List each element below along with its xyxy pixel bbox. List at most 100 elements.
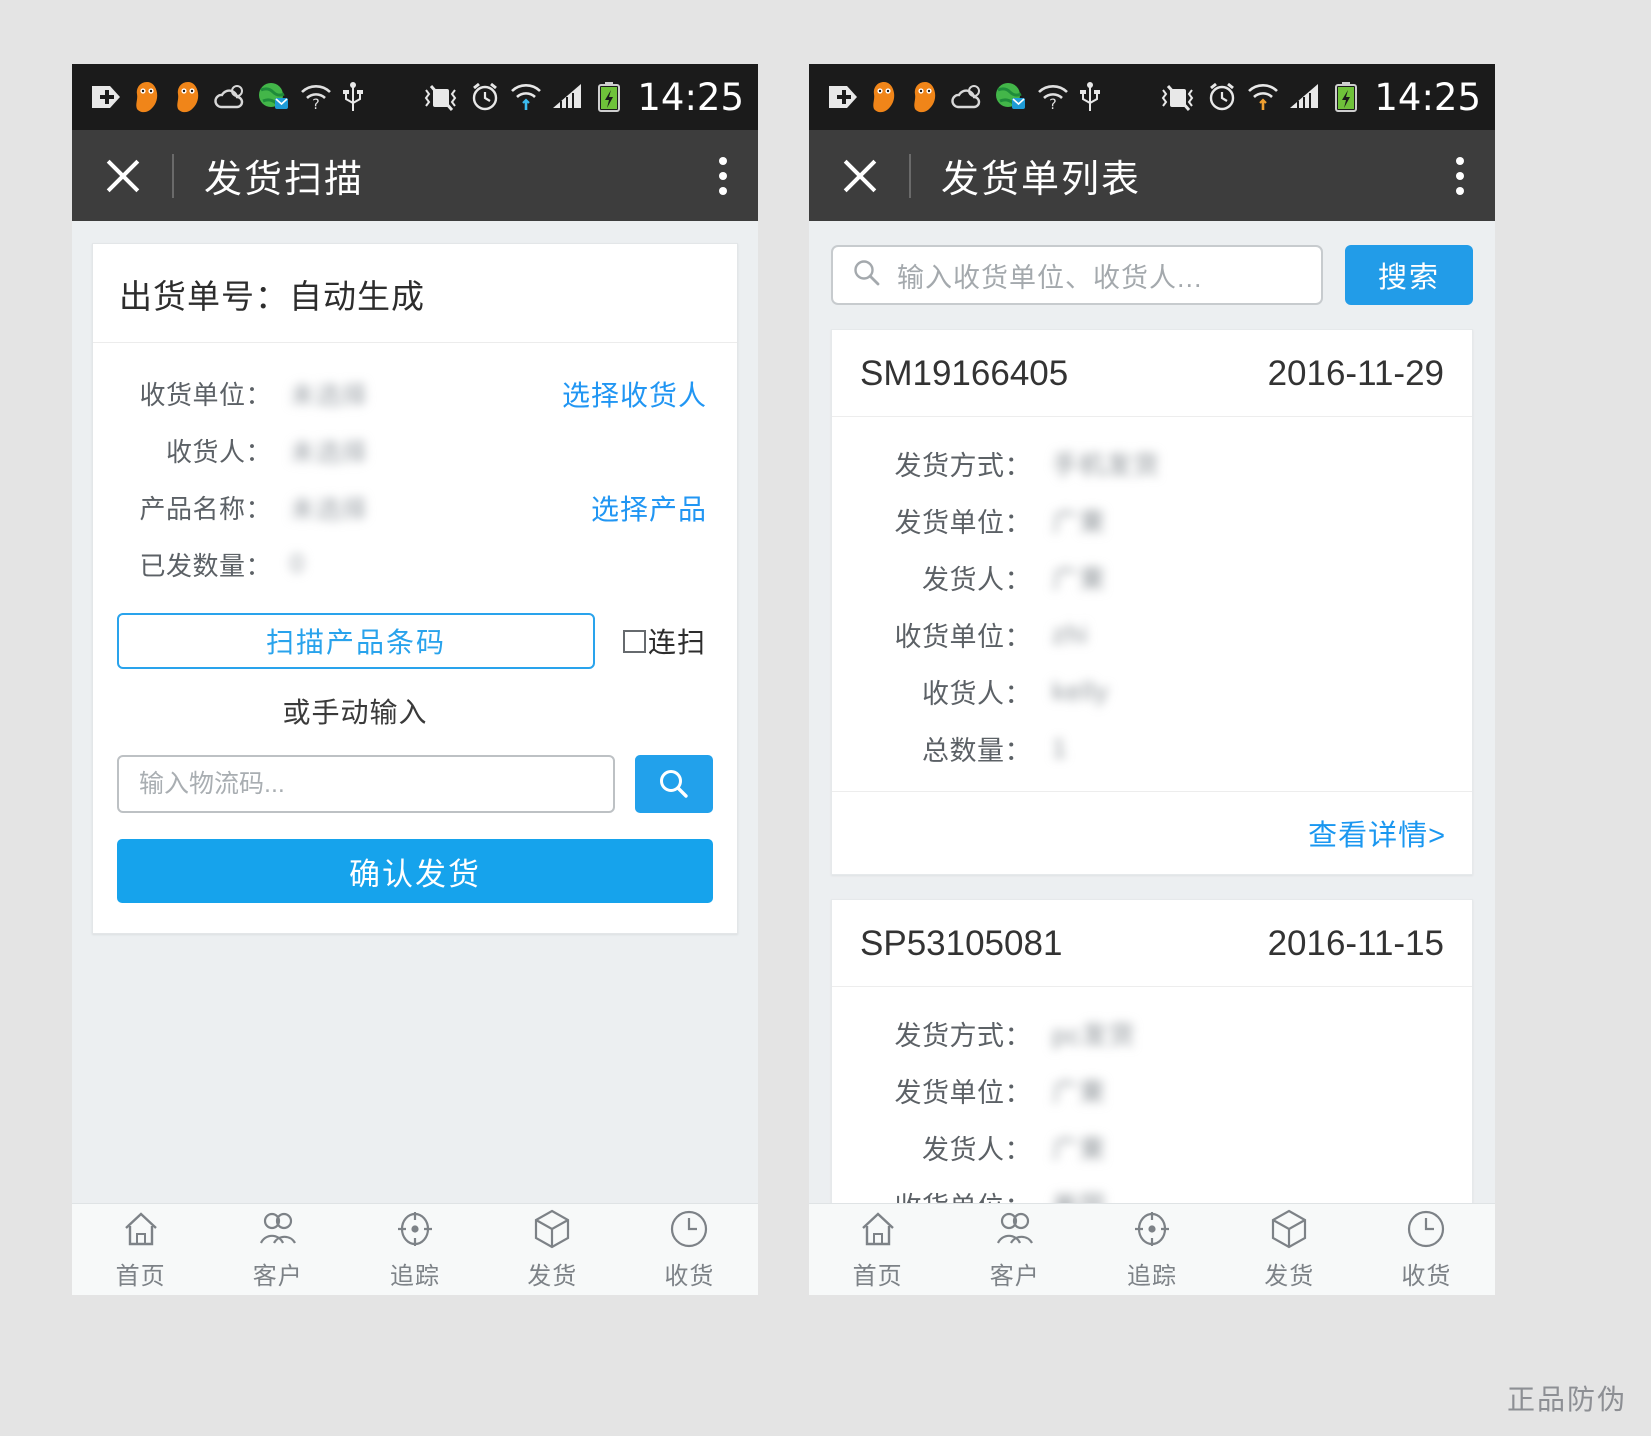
app-bar-left: 发货扫描 [72, 130, 758, 221]
field-value: 未选择 [290, 495, 369, 524]
order-field-value: 手机发货 [1052, 450, 1161, 480]
order-date: 2016-11-15 [1267, 924, 1444, 963]
bottom-tab-bar-right: 首页 客户 追踪 发货 收货 [809, 1203, 1495, 1295]
shipping-order-list[interactable]: SM19166405 2016-11-29 发货方式： 手机发货 发货单位： 广… [809, 329, 1495, 1295]
phone-screen-shipping-list: ? 14:25 发货单列表 输入收货单位、收货人... 搜索 SM1916640… [809, 64, 1495, 1295]
order-row-total-quantity: 总数量： 1 [832, 720, 1472, 777]
order-field-label: 发货人： [922, 1135, 1032, 1165]
tab-label: 客户 [252, 1263, 303, 1290]
order-field-label: 总数量： [922, 736, 1032, 766]
tab-customers[interactable]: 客户 [209, 1204, 346, 1295]
target-icon [394, 1208, 436, 1250]
weather-cloud-icon [950, 79, 984, 115]
wifi-question-icon: ? [299, 79, 333, 115]
view-detail-link[interactable]: 查看详情> [1308, 820, 1446, 852]
tab-shipping[interactable]: 发货 [1221, 1204, 1358, 1295]
search-input[interactable]: 输入收货单位、收货人... [831, 245, 1323, 305]
search-icon[interactable] [635, 755, 713, 813]
field-row-receiver: 收货人： 未选择 [117, 422, 713, 479]
field-label: 收货单位： [139, 380, 272, 410]
users-icon [256, 1208, 300, 1250]
field-value: 未选择 [290, 438, 369, 467]
field-row-shipped-quantity: 已发数量： 0 [117, 536, 713, 593]
globe-mail-icon [993, 79, 1027, 115]
target-icon [1131, 1208, 1173, 1250]
alarm-icon [469, 79, 501, 115]
manual-input-hint: 或手动输入 [282, 697, 428, 728]
tab-label: 收货 [664, 1263, 715, 1290]
overflow-menu-icon[interactable] [1455, 156, 1465, 195]
shipping-form-card: 出货单号：自动生成 收货单位： 未选择 选择收货人 收货人： 未选择 产品名称：… [92, 243, 738, 934]
shipping-order-number: 出货单号：自动生成 [93, 244, 737, 343]
globe-mail-icon [256, 79, 290, 115]
uc-browser-icon [131, 79, 163, 115]
box-icon [1269, 1208, 1309, 1250]
continuous-scan-label: 连扫 [648, 627, 707, 658]
battery-charging-icon [1333, 79, 1359, 115]
confirm-shipping-button[interactable]: 确认发货 [117, 839, 713, 903]
field-label: 产品名称： [139, 494, 272, 524]
order-header: SP53105081 2016-11-15 [832, 900, 1472, 987]
app-bar-divider [909, 153, 911, 198]
home-icon [120, 1208, 162, 1250]
wifi-signal-icon [1247, 79, 1279, 115]
tab-label: 发货 [1264, 1263, 1315, 1290]
status-bar: ? 14:25 [72, 64, 758, 130]
tab-label: 收货 [1401, 1263, 1452, 1290]
tab-label: 客户 [989, 1263, 1040, 1290]
tab-shipping[interactable]: 发货 [484, 1204, 621, 1295]
select-receiver-link[interactable]: 选择收货人 [562, 374, 713, 414]
clock-icon [668, 1208, 710, 1250]
tab-tracking[interactable]: 追踪 [346, 1204, 483, 1295]
checkbox-box[interactable] [623, 629, 646, 653]
order-date: 2016-11-29 [1267, 354, 1444, 393]
wifi-signal-icon [510, 79, 542, 115]
usb-icon [342, 79, 364, 115]
tab-tracking[interactable]: 追踪 [1083, 1204, 1220, 1295]
list-item[interactable]: SP53105081 2016-11-15 发货方式： pc发货 发货单位： 广… [831, 899, 1473, 1248]
logistics-code-input[interactable] [117, 755, 615, 813]
box-icon [532, 1208, 572, 1250]
search-placeholder: 输入收货单位、收货人... [897, 262, 1203, 293]
watermark: 正品防伪 [1506, 1384, 1627, 1415]
search-icon [851, 257, 883, 294]
shipping-list-screen: 输入收货单位、收货人... 搜索 SM19166405 2016-11-29 发… [809, 221, 1495, 1295]
close-icon[interactable] [837, 153, 883, 199]
weather-cloud-icon [213, 79, 247, 115]
close-icon[interactable] [100, 153, 146, 199]
field-row-product-name: 产品名称： 未选择 选择产品 [117, 479, 713, 536]
search-button[interactable]: 搜索 [1345, 245, 1473, 305]
tab-label: 首页 [115, 1263, 166, 1290]
scan-product-barcode-button[interactable]: 扫描产品条码 [117, 613, 595, 669]
vibrate-off-icon [1159, 79, 1197, 115]
alarm-icon [1206, 79, 1238, 115]
order-field-value: pc发货 [1052, 1020, 1136, 1050]
continuous-scan-checkbox[interactable]: 连扫 [623, 621, 713, 661]
order-row-shipper: 发货人： 广東 [832, 549, 1472, 606]
order-row-shipping-unit: 发货单位： 广東 [832, 492, 1472, 549]
scan-row: 扫描产品条码 连扫 [117, 613, 713, 669]
users-icon [993, 1208, 1037, 1250]
tab-receiving[interactable]: 收货 [621, 1204, 758, 1295]
overflow-menu-icon[interactable] [718, 156, 728, 195]
tab-home[interactable]: 首页 [72, 1204, 209, 1295]
order-row-shipping-unit: 发货单位： 广東 [832, 1062, 1472, 1119]
order-field-value: 广東 [1052, 507, 1107, 537]
clock-icon [1405, 1208, 1447, 1250]
order-field-value: 广東 [1052, 1134, 1107, 1164]
usb-icon [1079, 79, 1101, 115]
shipping-scan-screen: 出货单号：自动生成 收货单位： 未选择 选择收货人 收货人： 未选择 产品名称：… [72, 221, 758, 1295]
tab-customers[interactable]: 客户 [946, 1204, 1083, 1295]
status-bar: ? 14:25 [809, 64, 1495, 130]
select-product-link[interactable]: 选择产品 [591, 488, 713, 528]
tab-receiving[interactable]: 收货 [1358, 1204, 1495, 1295]
svg-text:?: ? [1049, 97, 1056, 111]
search-bar: 输入收货单位、收货人... 搜索 [809, 221, 1495, 329]
order-row-receiver: 收货人： kelly [832, 663, 1472, 720]
shipping-form-fields: 收货单位： 未选择 选择收货人 收货人： 未选择 产品名称： 未选择 选择产品 … [93, 343, 737, 933]
svg-text:?: ? [312, 97, 319, 111]
tab-home[interactable]: 首页 [809, 1204, 946, 1295]
status-bar-clock: 14:25 [637, 75, 744, 119]
uc-browser-icon [172, 79, 204, 115]
list-item[interactable]: SM19166405 2016-11-29 发货方式： 手机发货 发货单位： 广… [831, 329, 1473, 875]
